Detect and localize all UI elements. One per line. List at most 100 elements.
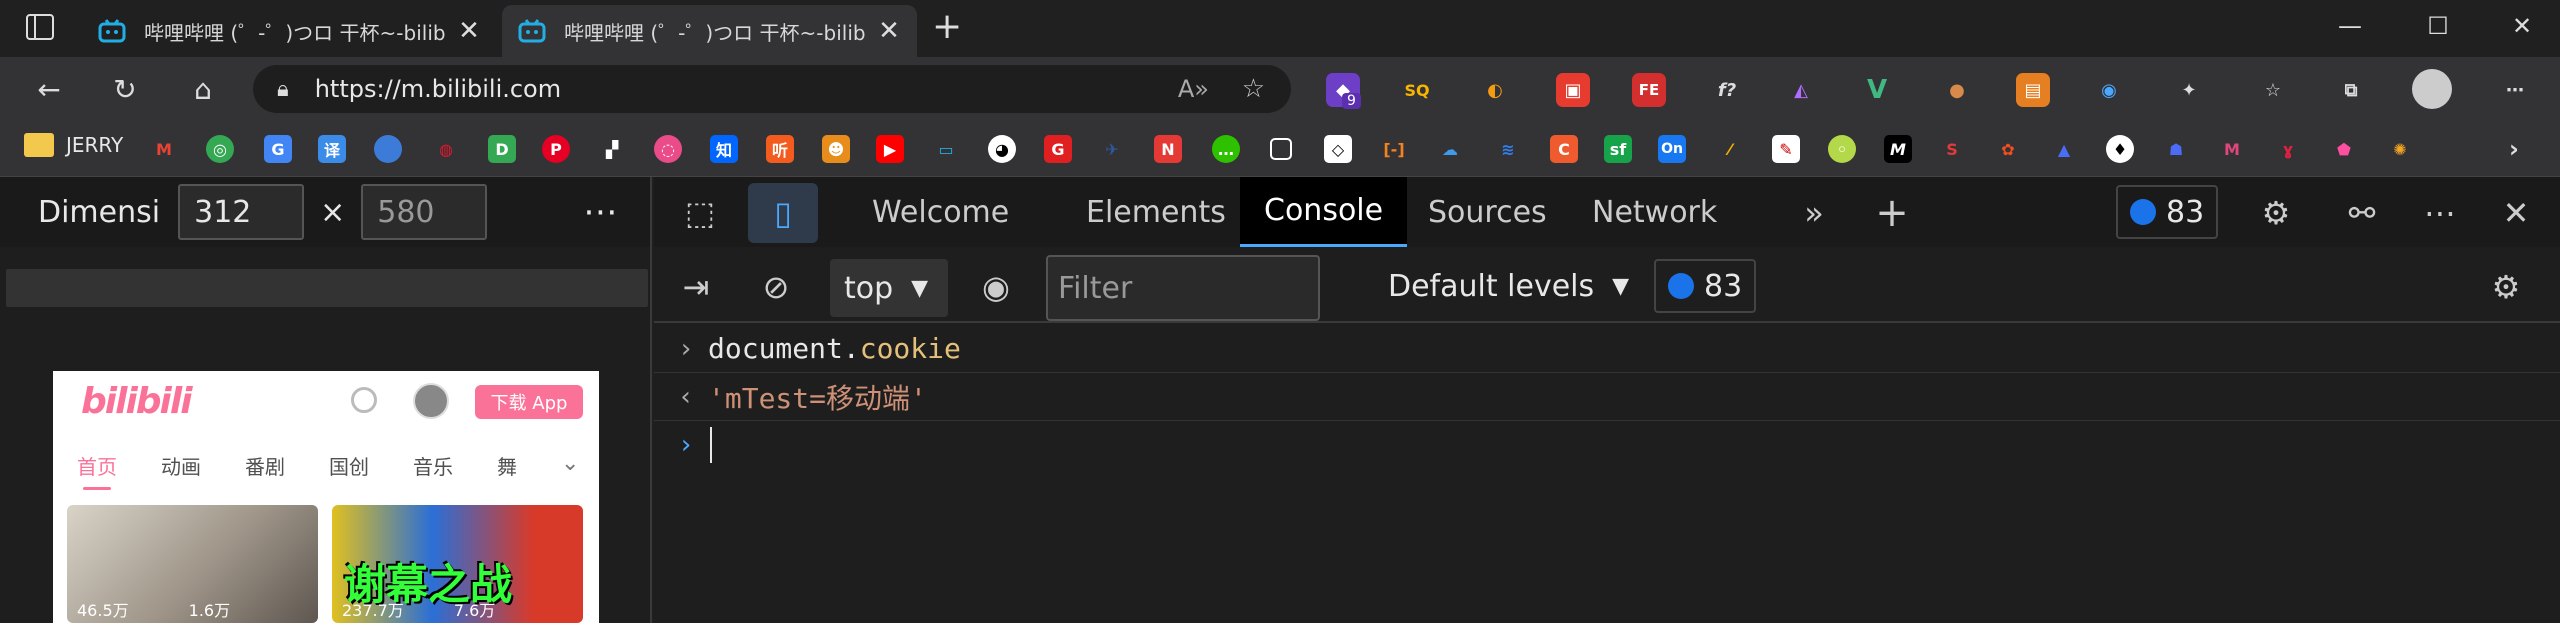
refresh-icon[interactable]: ↻ <box>108 73 142 107</box>
devtools-more-icon[interactable]: ⋯ <box>2418 191 2462 235</box>
sf-icon[interactable]: sf <box>1604 135 1632 163</box>
figma-icon[interactable]: ✿ <box>1994 135 2022 163</box>
close-tab-icon[interactable]: ✕ <box>457 16 481 46</box>
tab-network[interactable]: Network <box>1568 177 1741 247</box>
drop-icon[interactable]: ♦ <box>2106 135 2134 163</box>
s-red-icon[interactable]: S <box>1938 135 1966 163</box>
chevron-down-icon[interactable]: ⌄ <box>561 451 579 476</box>
extension-cookie-icon[interactable]: ● <box>1940 73 1974 107</box>
bilibili-bookmark-icon[interactable]: ▭ <box>932 135 960 163</box>
nav-bangumi[interactable]: 番剧 <box>245 451 285 480</box>
console-output[interactable]: › document. cookie ‹ 'mTest=移动端' › <box>654 325 2560 469</box>
live-expression-eye-icon[interactable]: ◉ <box>974 265 1018 309</box>
tab-actions-icon[interactable] <box>26 14 54 40</box>
red-mark-icon[interactable]: ɣ <box>2274 135 2302 163</box>
slash-icon[interactable]: ⁄ <box>1716 135 1744 163</box>
device-toolbar-icon[interactable]: ▯ <box>748 183 818 243</box>
nav-anime[interactable]: 动画 <box>161 451 201 480</box>
ting-icon[interactable]: 听 <box>766 135 794 163</box>
media-query-bar[interactable] <box>6 269 648 307</box>
gear-icon[interactable]: ⚙ <box>2254 191 2298 235</box>
favorite-star-icon[interactable]: ☆ <box>1242 74 1265 104</box>
issues-badge[interactable]: 83 <box>2116 185 2219 239</box>
layers-icon[interactable]: ≋ <box>1494 135 1522 163</box>
dribbble-icon[interactable]: ◌ <box>654 135 682 163</box>
home-icon[interactable]: ⌂ <box>186 73 220 107</box>
extension-fe-icon[interactable]: FE <box>1632 73 1666 107</box>
tab-welcome[interactable]: Welcome <box>848 177 1033 247</box>
bookmark-folder-jerry[interactable]: JERRY <box>24 133 123 157</box>
tool-icon[interactable]: ✎ <box>1772 135 1800 163</box>
devtools-close-icon[interactable]: ✕ <box>2494 191 2538 235</box>
chrome-icon[interactable]: ◎ <box>206 135 234 163</box>
globe-bookmark-icon[interactable] <box>374 135 402 163</box>
ghost-icon[interactable]: ☗ <box>2162 135 2190 163</box>
add-panel-icon[interactable]: + <box>1870 190 1914 236</box>
m-icon[interactable]: M <box>1884 135 1912 163</box>
dimensions-label[interactable]: Dimensi <box>38 195 160 230</box>
browser-tab[interactable]: 哔哩哔哩 (゜-゜)つロ 干杯~-bilibili ✕ <box>82 5 497 57</box>
extension-leaf-icon[interactable]: ◭ <box>1784 73 1818 107</box>
extensions-puzzle-icon[interactable]: ✦ <box>2172 73 2206 107</box>
extension-cube-icon[interactable]: ▣ <box>1556 73 1590 107</box>
console-message-badge[interactable]: 83 <box>1654 259 1757 313</box>
tab-sources[interactable]: Sources <box>1404 177 1571 247</box>
search-icon[interactable] <box>351 387 377 413</box>
bilibili-logo[interactable]: bilibili <box>81 381 193 422</box>
download-app-button[interactable]: 下载 App <box>475 385 583 419</box>
mountain-icon[interactable]: ▲ <box>2050 135 2078 163</box>
read-aloud-icon[interactable]: A» <box>1178 75 1209 103</box>
extension-sq-icon[interactable]: SQ <box>1400 73 1434 107</box>
extension-calc-icon[interactable]: ▤ <box>2016 73 2050 107</box>
square-icon[interactable] <box>1270 138 1292 160</box>
mobile-viewport[interactable]: bilibili 下载 App 首页 动画 番剧 国创 音乐 舞 ⌄ 46.5万… <box>53 371 599 623</box>
device-more-icon[interactable]: ⋯ <box>583 192 617 232</box>
nav-home[interactable]: 首页 <box>77 451 117 490</box>
d-bookmark-icon[interactable]: D <box>488 135 516 163</box>
video-thumbnail[interactable]: 46.5万 1.6万 <box>67 505 318 623</box>
address-bar[interactable]: 🔒︎ https://m.bilibili.com A» ☆ <box>253 65 1291 113</box>
youtube-icon[interactable]: ▶ <box>876 135 904 163</box>
more-tabs-icon[interactable]: » <box>1792 191 1836 235</box>
back-icon[interactable]: ← <box>32 73 66 107</box>
minimize-icon[interactable]: — <box>2330 12 2370 40</box>
customize-icon[interactable]: ⚯ <box>2340 191 2384 235</box>
extension-moon-icon[interactable]: ◐ <box>1478 73 1512 107</box>
console-prompt[interactable]: › <box>654 421 2560 469</box>
extension-globe-icon[interactable]: ◉ <box>2092 73 2126 107</box>
zhihu-icon[interactable]: 知 <box>710 135 738 163</box>
height-input[interactable]: 580 <box>361 184 488 240</box>
filter-input[interactable]: Filter <box>1046 255 1320 321</box>
browser-tab-active[interactable]: 哔哩哔哩 (゜-゜)つロ 干杯~-bilibili ✕ <box>502 5 917 57</box>
clear-console-icon[interactable]: ⊘ <box>754 265 798 309</box>
console-settings-gear-icon[interactable]: ⚙ <box>2484 265 2528 309</box>
extension-vue-icon[interactable]: V <box>1860 73 1894 107</box>
tab-elements[interactable]: Elements <box>1062 177 1250 247</box>
extension-fx-icon[interactable]: f? <box>1710 73 1744 107</box>
nav-dance[interactable]: 舞 <box>497 451 517 480</box>
wechat-icon[interactable]: … <box>1212 135 1240 163</box>
nav-music[interactable]: 音乐 <box>413 451 453 480</box>
blue-bird-icon[interactable]: ✈ <box>1098 135 1126 163</box>
chevron-right-icon[interactable]: › <box>2500 135 2528 163</box>
sidebar-toggle-icon[interactable]: ⇥ <box>674 265 718 309</box>
nav-guochuang[interactable]: 国创 <box>329 451 369 480</box>
weibo-icon[interactable]: ◍ <box>432 135 460 163</box>
width-input[interactable]: 312 <box>178 184 305 240</box>
codepen-icon[interactable]: ◇ <box>1324 135 1352 163</box>
m-pink-icon[interactable]: M <box>2218 135 2246 163</box>
gmail-icon[interactable]: M <box>150 135 178 163</box>
github-icon[interactable]: ◕ <box>988 135 1016 163</box>
avatar[interactable] <box>2412 69 2452 109</box>
default-levels-select[interactable]: Default levels ▼ <box>1388 269 1629 304</box>
video-thumbnail[interactable]: 谢幕之战 237.7万 7.6万 <box>332 505 583 623</box>
settings-more-icon[interactable]: ⋯ <box>2498 73 2532 107</box>
maximize-icon[interactable]: ☐ <box>2418 12 2458 40</box>
tiger-icon[interactable]: ☻ <box>822 135 850 163</box>
yi-translate-icon[interactable]: 译 <box>318 135 346 163</box>
avatar[interactable] <box>413 383 449 419</box>
block-icon[interactable]: ▞ <box>598 135 626 163</box>
green-dot-icon[interactable]: ◦ <box>1828 135 1856 163</box>
g-red-icon[interactable]: G <box>1044 135 1072 163</box>
lion-icon[interactable]: ✺ <box>2386 135 2414 163</box>
